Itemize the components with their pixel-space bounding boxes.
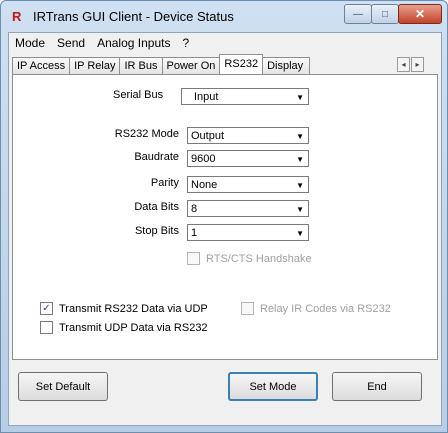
checkbox-icon [40,321,53,334]
rts-cts-handshake-checkbox[interactable]: RTS/CTS Handshake [187,252,312,265]
minimize-button[interactable]: — [344,4,372,24]
tab-ir-bus[interactable]: IR Bus [119,57,163,74]
app-logo-icon: R [12,9,22,24]
menu-mode[interactable]: Mode [9,36,51,50]
maximize-button[interactable]: □ [371,4,399,24]
tab-power-on[interactable]: Power On [161,57,221,74]
rs232-tab-panel: Serial Bus Input ▼ RS232 Mode Output ▼ B… [12,74,438,360]
title-bar[interactable]: R IRTrans GUI Client - Device Status — □… [1,1,447,31]
tab-rs232[interactable]: RS232 [219,54,264,74]
client-area: Mode Send Analog Inputs ? IP Access IP R… [8,32,442,426]
menu-bar: Mode Send Analog Inputs ? [9,33,441,53]
transmit-udp-rs232-label: Transmit UDP Data via RS232 [59,321,208,334]
set-mode-button[interactable]: Set Mode [228,372,318,401]
close-icon: ✕ [414,7,426,21]
baudrate-value: 9600 [191,153,216,165]
menu-help[interactable]: ? [176,36,195,50]
transmit-rs232-udp-label: Transmit RS232 Data via UDP [59,302,208,315]
rs232-mode-value: Output [191,130,225,142]
stop-bits-value: 1 [191,227,198,239]
tab-strip: IP Access IP Relay IR Bus Power On RS232… [12,54,311,74]
minimize-icon: — [353,8,363,20]
tab-display[interactable]: Display [262,57,311,74]
parity-select[interactable]: None ▼ [187,176,309,193]
maximize-icon: □ [381,8,389,20]
chevron-down-icon: ▼ [296,205,304,214]
parity-label: Parity [150,177,179,189]
app-window: R IRTrans GUI Client - Device Status — □… [0,0,448,433]
tab-ip-relay[interactable]: IP Relay [69,57,121,74]
stop-bits-select[interactable]: 1 ▼ [187,224,309,241]
tab-scroll-left-icon[interactable]: ◂ [397,57,410,72]
parity-value: None [191,179,218,191]
menu-analog-inputs[interactable]: Analog Inputs [91,36,176,50]
chevron-down-icon: ▼ [296,93,304,102]
relay-ir-codes-label: Relay IR Codes via RS232 [260,302,391,315]
transmit-rs232-udp-checkbox[interactable]: ✓ Transmit RS232 Data via UDP [40,302,208,315]
tab-scroll-right-icon[interactable]: ▸ [411,57,424,72]
relay-ir-codes-checkbox[interactable]: Relay IR Codes via RS232 [241,302,391,315]
transmit-udp-rs232-checkbox[interactable]: Transmit UDP Data via RS232 [40,321,208,334]
baudrate-label: Baudrate [134,151,179,163]
serial-bus-select[interactable]: Input ▼ [181,88,309,105]
end-button[interactable]: End [332,372,422,401]
data-bits-value: 8 [191,203,198,215]
tab-scroll-buttons: ◂ ▸ [397,57,425,72]
baudrate-select[interactable]: 9600 ▼ [187,150,309,167]
rts-cts-label: RTS/CTS Handshake [206,252,312,265]
close-button[interactable]: ✕ [398,4,442,24]
chevron-down-icon: ▼ [296,181,304,190]
tab-ip-access[interactable]: IP Access [12,57,71,74]
checkbox-icon [187,252,200,265]
rs232-mode-select[interactable]: Output ▼ [187,127,309,144]
window-title: IRTrans GUI Client - Device Status [33,9,234,24]
stop-bits-label: Stop Bits [134,225,179,237]
checkbox-checked-icon: ✓ [40,302,53,315]
menu-send[interactable]: Send [51,36,91,50]
serial-bus-value: Input [194,91,219,103]
chevron-down-icon: ▼ [296,155,304,164]
chevron-down-icon: ▼ [296,229,304,238]
set-default-button[interactable]: Set Default [18,372,108,401]
checkbox-icon [241,302,254,315]
chevron-down-icon: ▼ [296,132,304,141]
rs232-mode-label: RS232 Mode [114,128,179,140]
data-bits-select[interactable]: 8 ▼ [187,200,309,217]
data-bits-label: Data Bits [134,201,179,213]
